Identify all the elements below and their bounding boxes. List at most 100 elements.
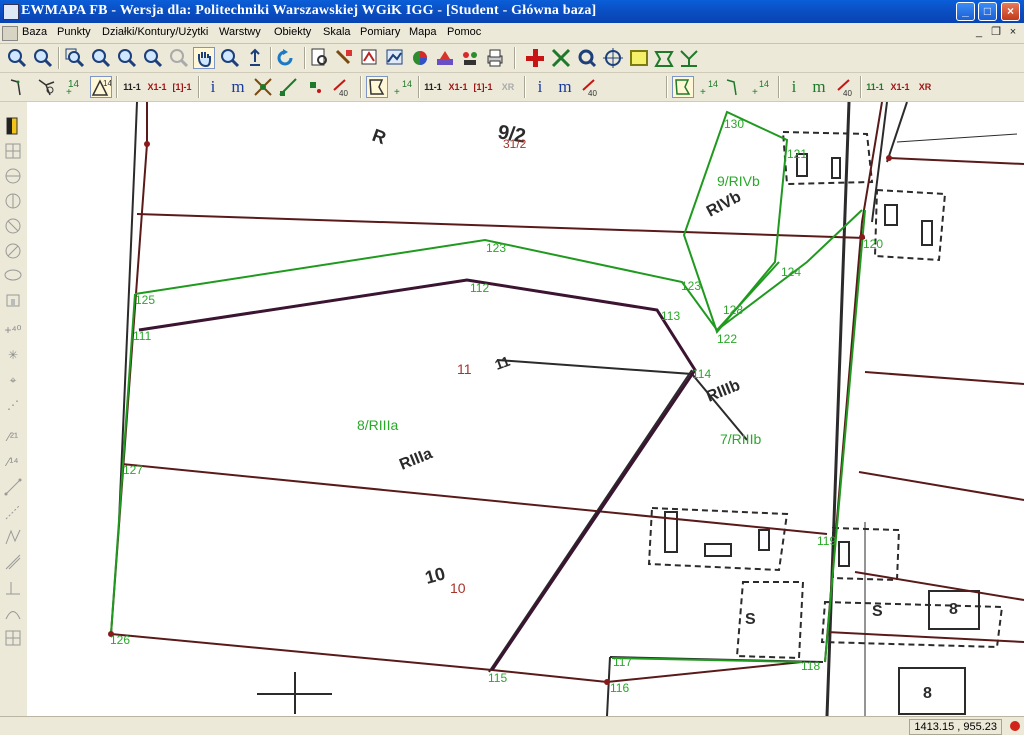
delete-cross-icon[interactable] bbox=[550, 47, 572, 69]
landuse-arrow-40-icon[interactable]: 40 bbox=[834, 76, 856, 98]
zoom-tool-icon[interactable] bbox=[219, 47, 241, 69]
add-point-icon[interactable] bbox=[524, 47, 546, 69]
parcel-tool-3-icon[interactable] bbox=[3, 191, 23, 211]
polyline-icon[interactable] bbox=[678, 47, 700, 69]
dim-14-icon[interactable]: ⁄¹⁴ bbox=[3, 452, 23, 472]
delete-11-1-button[interactable]: X1-1 bbox=[146, 76, 168, 98]
app-icon[interactable] bbox=[3, 4, 19, 20]
landuse-info-button[interactable]: i bbox=[783, 76, 805, 98]
refresh-icon[interactable] bbox=[274, 47, 296, 69]
contour-box-button[interactable]: [1]-1 bbox=[472, 76, 494, 98]
line-tool-icon[interactable] bbox=[3, 477, 23, 497]
menu-mapa[interactable]: Mapa bbox=[409, 26, 437, 38]
menu-obiekty[interactable]: Obiekty bbox=[274, 26, 311, 38]
preview-icon[interactable] bbox=[309, 47, 331, 69]
point-arc-icon[interactable]: ⌖ bbox=[3, 370, 23, 390]
star-point-icon[interactable]: ✳ bbox=[3, 345, 23, 365]
intersection-icon[interactable] bbox=[252, 76, 274, 98]
mdi-close-button[interactable]: × bbox=[1006, 26, 1020, 39]
parcel-tool-4-icon[interactable] bbox=[3, 216, 23, 236]
zoom-in-icon[interactable] bbox=[6, 47, 28, 69]
arrow-40-icon[interactable]: 40 bbox=[330, 76, 352, 98]
ellipse-tool-icon[interactable] bbox=[3, 265, 23, 285]
parcel-tool-2-icon[interactable] bbox=[3, 166, 23, 186]
parcel-tool-icon[interactable] bbox=[3, 141, 23, 161]
triangle-14-icon[interactable]: 14 bbox=[90, 76, 112, 98]
offset-tool-icon[interactable] bbox=[3, 552, 23, 572]
landuse-line-icon[interactable] bbox=[724, 76, 746, 98]
print-icon[interactable] bbox=[484, 47, 506, 69]
rectangle-icon[interactable] bbox=[628, 47, 650, 69]
dim-21-icon[interactable]: ⁄²¹ bbox=[3, 427, 23, 447]
map-drawing[interactable]: R 9/2 RIVb RIIIa RIIIb 11 10 S S 8 8 130… bbox=[27, 102, 1024, 716]
point-40-icon[interactable]: +⁴⁰ bbox=[3, 320, 23, 340]
number-11-1-button[interactable]: 11-1 bbox=[121, 76, 143, 98]
zoom-out-icon[interactable] bbox=[32, 47, 54, 69]
contour-icon[interactable] bbox=[366, 76, 388, 98]
contour-xr-button[interactable]: XR bbox=[497, 76, 519, 98]
crosshair-icon[interactable] bbox=[602, 47, 624, 69]
layer-color-icon[interactable] bbox=[3, 116, 23, 136]
layers-tool-icon[interactable] bbox=[359, 47, 381, 69]
info-button[interactable]: i bbox=[202, 76, 224, 98]
zoom-previous-icon[interactable] bbox=[90, 47, 112, 69]
line-point-icon[interactable] bbox=[8, 76, 30, 98]
menu-dzialki[interactable]: Działki/Kontury/Użytki bbox=[102, 26, 208, 38]
landuse-xr-button[interactable]: XR bbox=[914, 76, 936, 98]
grid-tool-icon[interactable] bbox=[3, 628, 23, 648]
contour-measure-button[interactable]: m bbox=[554, 76, 576, 98]
minimize-button[interactable]: _ bbox=[956, 2, 975, 21]
objects-icon[interactable] bbox=[459, 47, 481, 69]
center-icon[interactable] bbox=[244, 47, 266, 69]
perpendicular-tool-icon[interactable] bbox=[3, 577, 23, 597]
svg-text:14: 14 bbox=[708, 79, 718, 89]
zoom-disabled-icon[interactable] bbox=[168, 47, 190, 69]
menu-pomiary[interactable]: Pomiary bbox=[360, 26, 400, 38]
mdi-restore-button[interactable]: ❐ bbox=[989, 26, 1003, 39]
document-icon[interactable] bbox=[2, 26, 18, 41]
node-point-icon[interactable] bbox=[36, 76, 58, 98]
arc-tool-icon[interactable] bbox=[3, 602, 23, 622]
zoom-all-icon[interactable] bbox=[116, 47, 138, 69]
contour-number-button[interactable]: 11-1 bbox=[422, 76, 444, 98]
mdi-minimize-button[interactable]: _ bbox=[972, 26, 986, 39]
close-button[interactable]: × bbox=[1001, 2, 1020, 21]
landuse-14-icon[interactable]: 14 + bbox=[698, 76, 720, 98]
contour-arrow-40-icon[interactable]: 40 bbox=[579, 76, 601, 98]
menu-pomoc[interactable]: Pomoc bbox=[447, 26, 481, 38]
landuse-contour-icon[interactable] bbox=[672, 76, 694, 98]
map-canvas[interactable]: R 9/2 RIVb RIIIa RIIIb 11 10 S S 8 8 130… bbox=[27, 102, 1024, 716]
menu-punkty[interactable]: Punkty bbox=[57, 26, 91, 38]
landuse-measure-button[interactable]: m bbox=[808, 76, 830, 98]
point-markers bbox=[108, 141, 892, 685]
landuse-delete-button[interactable]: X1-1 bbox=[889, 76, 911, 98]
new-point-14-icon[interactable]: 14 + bbox=[64, 76, 86, 98]
pick-tool-icon[interactable] bbox=[334, 47, 356, 69]
contour-14-icon[interactable]: 14 + bbox=[392, 76, 414, 98]
zoom-extent-icon[interactable] bbox=[142, 47, 164, 69]
map-layers-icon[interactable] bbox=[434, 47, 456, 69]
building-tool-icon[interactable] bbox=[3, 290, 23, 310]
menu-skala[interactable]: Skala bbox=[323, 26, 351, 38]
contour-delete-button[interactable]: X1-1 bbox=[447, 76, 469, 98]
point-pair-icon[interactable]: ⋰ bbox=[3, 395, 23, 415]
zoom-window-icon[interactable] bbox=[64, 47, 86, 69]
measure-button[interactable]: m bbox=[227, 76, 249, 98]
polygon-icon[interactable] bbox=[653, 47, 675, 69]
contour-info-button[interactable]: i bbox=[529, 76, 551, 98]
menu-baza[interactable]: Baza bbox=[22, 26, 47, 38]
colors-icon[interactable] bbox=[409, 47, 431, 69]
square-point-icon[interactable] bbox=[304, 76, 326, 98]
maximize-button[interactable]: □ bbox=[978, 2, 997, 21]
line-tool-2-icon[interactable] bbox=[3, 502, 23, 522]
landuse-number-button[interactable]: 11-1 bbox=[864, 76, 886, 98]
circle-point-icon[interactable] bbox=[576, 47, 598, 69]
polyline-tool-icon[interactable] bbox=[3, 527, 23, 547]
parcel-tool-5-icon[interactable] bbox=[3, 241, 23, 261]
landuse-point-14-icon[interactable]: 14 + bbox=[750, 76, 772, 98]
box-11-1-button[interactable]: [1]-1 bbox=[171, 76, 193, 98]
menu-warstwy[interactable]: Warstwy bbox=[219, 26, 261, 38]
raster-icon[interactable] bbox=[384, 47, 406, 69]
extend-line-icon[interactable] bbox=[277, 76, 299, 98]
pan-hand-icon[interactable] bbox=[193, 47, 215, 69]
